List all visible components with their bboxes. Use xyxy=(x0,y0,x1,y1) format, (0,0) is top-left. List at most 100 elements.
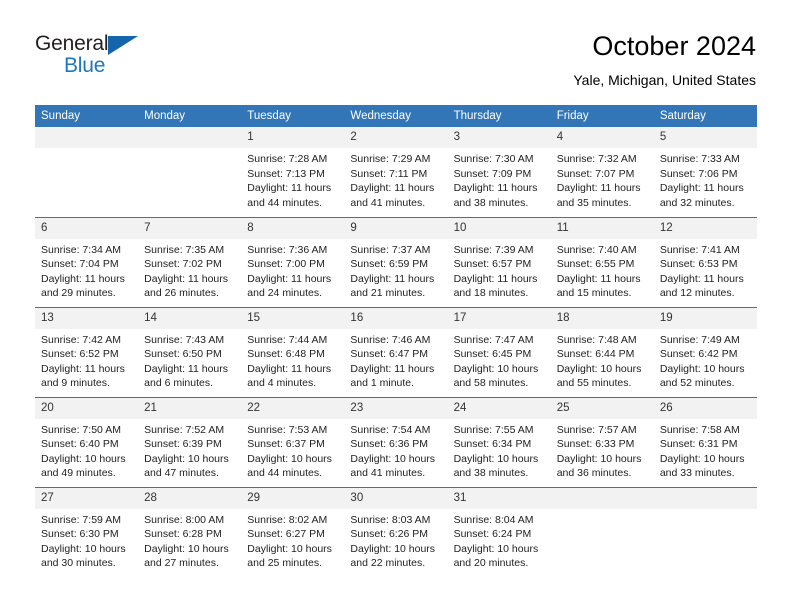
sunset-text: Sunset: 6:48 PM xyxy=(247,348,325,361)
sunset-text: Sunset: 7:00 PM xyxy=(247,258,325,271)
sunrise-text: Sunrise: 7:36 AM xyxy=(247,243,328,256)
sunset-text: Sunset: 7:13 PM xyxy=(247,167,325,180)
calendar-day-cell[interactable]: 19 Sunrise: 7:49 AM Sunset: 6:42 PM Dayligh… xyxy=(653,306,757,397)
day-number xyxy=(653,487,757,509)
calendar-day-cell[interactable]: 4 Sunrise: 7:32 AM Sunset: 7:07 PM Daylight… xyxy=(550,127,654,217)
day-number: 28 xyxy=(138,487,242,509)
day-number xyxy=(138,127,242,148)
sunrise-text: Sunrise: 7:42 AM xyxy=(41,333,121,346)
sunset-text: Sunset: 6:37 PM xyxy=(247,438,325,451)
sunrise-text: Sunrise: 7:47 AM xyxy=(453,333,534,346)
calendar-day-cell[interactable]: 15 Sunrise: 7:44 AM Sunset: 6:48 PM Dayligh… xyxy=(241,306,345,397)
sunrise-text: Sunrise: 7:41 AM xyxy=(659,243,740,256)
calendar-day-cell[interactable]: 8 Sunrise: 7:36 AM Sunset: 7:00 PM Daylight… xyxy=(241,216,345,307)
sunrise-text: Sunrise: 7:50 AM xyxy=(41,423,121,436)
sunset-text: Sunset: 7:04 PM xyxy=(41,258,119,271)
calendar-day-cell[interactable]: 10 Sunrise: 7:39 AM Sunset: 6:57 PM Dayligh… xyxy=(447,216,551,307)
calendar-day-cell[interactable]: 26 Sunrise: 7:58 AM Sunset: 6:31 PM Dayligh… xyxy=(653,396,757,487)
weekday-header-monday: Monday xyxy=(138,105,242,127)
daylight-text: Daylight: 10 hours and 58 minutes. xyxy=(453,362,539,390)
sunset-text: Sunset: 6:52 PM xyxy=(41,348,119,361)
calendar-day-cell[interactable]: 24 Sunrise: 7:55 AM Sunset: 6:34 PM Dayligh… xyxy=(447,396,551,487)
sunrise-text: Sunrise: 7:40 AM xyxy=(556,243,637,256)
calendar-day-cell[interactable]: 20 Sunrise: 7:50 AM Sunset: 6:40 PM Dayligh… xyxy=(35,396,139,487)
calendar-day-cell[interactable]: 12 Sunrise: 7:41 AM Sunset: 6:53 PM Dayligh… xyxy=(653,216,757,307)
sunrise-text: Sunrise: 7:58 AM xyxy=(659,423,740,436)
calendar-day-cell[interactable]: 5 Sunrise: 7:33 AM Sunset: 7:06 PM Daylight… xyxy=(653,127,757,217)
daylight-text: Daylight: 10 hours and 27 minutes. xyxy=(144,542,229,570)
weekday-header-saturday: Saturday xyxy=(653,105,757,127)
title-block: October 2024 Yale, Michigan, United Stat… xyxy=(573,30,756,89)
day-number: 12 xyxy=(653,217,757,239)
logo-text-general: General xyxy=(35,32,109,55)
day-number: 20 xyxy=(35,397,139,419)
sunset-text: Sunset: 6:45 PM xyxy=(453,348,532,361)
calendar-day-cell[interactable]: 9 Sunrise: 7:37 AM Sunset: 6:59 PM Daylight… xyxy=(344,216,448,307)
day-details: Sunrise: 7:37 AM Sunset: 6:59 PM Daylight:… xyxy=(344,239,447,301)
day-details: Sunrise: 7:55 AM Sunset: 6:34 PM Daylight:… xyxy=(448,419,551,481)
calendar-day-cell[interactable]: 7 Sunrise: 7:35 AM Sunset: 7:02 PM Daylight… xyxy=(138,216,242,307)
sunset-text: Sunset: 6:27 PM xyxy=(247,528,325,541)
sunrise-text: Sunrise: 7:39 AM xyxy=(453,243,534,256)
sunset-text: Sunset: 7:07 PM xyxy=(556,167,635,180)
day-details: Sunrise: 7:33 AM Sunset: 7:06 PM Daylight:… xyxy=(654,148,757,210)
calendar-week-row: 27 Sunrise: 7:59 AM Sunset: 6:30 PM Dayligh… xyxy=(35,486,757,577)
calendar-day-cell[interactable]: 23 Sunrise: 7:54 AM Sunset: 6:36 PM Dayligh… xyxy=(344,396,448,487)
day-details: Sunrise: 7:39 AM Sunset: 6:57 PM Daylight:… xyxy=(448,239,551,301)
calendar-day-cell-empty xyxy=(35,127,139,217)
day-details: Sunrise: 8:03 AM Sunset: 6:26 PM Daylight:… xyxy=(344,509,447,571)
day-number: 24 xyxy=(447,397,551,419)
calendar-day-cell[interactable]: 18 Sunrise: 7:48 AM Sunset: 6:44 PM Dayligh… xyxy=(550,306,654,397)
sunrise-text: Sunrise: 8:00 AM xyxy=(144,513,225,526)
day-details: Sunrise: 7:47 AM Sunset: 6:45 PM Daylight:… xyxy=(448,329,551,391)
day-number: 16 xyxy=(344,307,448,329)
calendar-week-row: 13 Sunrise: 7:42 AM Sunset: 6:52 PM Dayligh… xyxy=(35,306,757,397)
daylight-text: Daylight: 11 hours and 15 minutes. xyxy=(556,272,641,300)
calendar-day-cell[interactable]: 17 Sunrise: 7:47 AM Sunset: 6:45 PM Dayligh… xyxy=(447,306,551,397)
page-subtitle: Yale, Michigan, United States xyxy=(573,72,756,88)
calendar-day-cell[interactable]: 27 Sunrise: 7:59 AM Sunset: 6:30 PM Dayligh… xyxy=(35,486,139,577)
calendar-week-row: 20 Sunrise: 7:50 AM Sunset: 6:40 PM Dayligh… xyxy=(35,396,757,487)
calendar-day-cell[interactable]: 1 Sunrise: 7:28 AM Sunset: 7:13 PM Daylight… xyxy=(241,127,345,217)
calendar-day-cell[interactable]: 21 Sunrise: 7:52 AM Sunset: 6:39 PM Dayligh… xyxy=(138,396,242,487)
calendar-day-cell[interactable]: 13 Sunrise: 7:42 AM Sunset: 6:52 PM Dayligh… xyxy=(35,306,139,397)
calendar-day-cell[interactable]: 11 Sunrise: 7:40 AM Sunset: 6:55 PM Dayligh… xyxy=(550,216,654,307)
day-details: Sunrise: 7:54 AM Sunset: 6:36 PM Daylight:… xyxy=(344,419,447,481)
calendar-day-cell[interactable]: 6 Sunrise: 7:34 AM Sunset: 7:04 PM Daylight… xyxy=(35,216,139,307)
day-number: 1 xyxy=(241,127,345,148)
sunrise-text: Sunrise: 7:32 AM xyxy=(556,153,637,165)
day-details: Sunrise: 8:00 AM Sunset: 6:28 PM Daylight:… xyxy=(138,509,241,571)
daylight-text: Daylight: 11 hours and 9 minutes. xyxy=(41,362,125,390)
weekday-header-friday: Friday xyxy=(550,105,654,127)
daylight-text: Daylight: 10 hours and 44 minutes. xyxy=(247,452,332,480)
sunset-text: Sunset: 6:59 PM xyxy=(350,258,429,271)
day-number: 23 xyxy=(344,397,448,419)
day-details: Sunrise: 7:58 AM Sunset: 6:31 PM Daylight:… xyxy=(654,419,757,481)
sunrise-text: Sunrise: 7:57 AM xyxy=(556,423,637,436)
calendar-day-cell[interactable]: 28 Sunrise: 8:00 AM Sunset: 6:28 PM Dayligh… xyxy=(138,486,242,577)
calendar-day-cell[interactable]: 31 Sunrise: 8:04 AM Sunset: 6:24 PM Dayligh… xyxy=(447,486,551,577)
sunrise-text: Sunrise: 7:43 AM xyxy=(144,333,225,346)
calendar-day-cell[interactable]: 30 Sunrise: 8:03 AM Sunset: 6:26 PM Dayligh… xyxy=(344,486,448,577)
day-number: 22 xyxy=(241,397,345,419)
calendar-day-cell[interactable]: 25 Sunrise: 7:57 AM Sunset: 6:33 PM Dayligh… xyxy=(550,396,654,487)
calendar-day-cell[interactable]: 22 Sunrise: 7:53 AM Sunset: 6:37 PM Dayligh… xyxy=(241,396,345,487)
sunrise-text: Sunrise: 7:49 AM xyxy=(659,333,740,346)
calendar-page: General Blue October 2024 Yale, Michigan… xyxy=(0,0,792,612)
daylight-text: Daylight: 10 hours and 30 minutes. xyxy=(41,542,126,570)
daylight-text: Daylight: 11 hours and 29 minutes. xyxy=(41,272,125,300)
day-details: Sunrise: 7:44 AM Sunset: 6:48 PM Daylight:… xyxy=(241,329,344,391)
logo-triangle-icon xyxy=(108,36,138,55)
sunset-text: Sunset: 6:26 PM xyxy=(350,528,429,541)
day-number xyxy=(35,127,139,148)
sunrise-text: Sunrise: 7:35 AM xyxy=(144,243,225,256)
sunset-text: Sunset: 6:33 PM xyxy=(556,438,635,451)
calendar-day-cell[interactable]: 3 Sunrise: 7:30 AM Sunset: 7:09 PM Daylight… xyxy=(447,127,551,217)
calendar-day-cell[interactable]: 16 Sunrise: 7:46 AM Sunset: 6:47 PM Dayligh… xyxy=(344,306,448,397)
day-details: Sunrise: 7:50 AM Sunset: 6:40 PM Daylight:… xyxy=(35,419,138,481)
calendar-day-cell[interactable]: 29 Sunrise: 8:02 AM Sunset: 6:27 PM Dayligh… xyxy=(241,486,345,577)
calendar-day-cell[interactable]: 2 Sunrise: 7:29 AM Sunset: 7:11 PM Daylight… xyxy=(344,127,448,217)
general-blue-logo[interactable]: General Blue xyxy=(35,33,165,81)
calendar-day-cell[interactable]: 14 Sunrise: 7:43 AM Sunset: 6:50 PM Dayligh… xyxy=(138,306,242,397)
day-number: 17 xyxy=(447,307,551,329)
